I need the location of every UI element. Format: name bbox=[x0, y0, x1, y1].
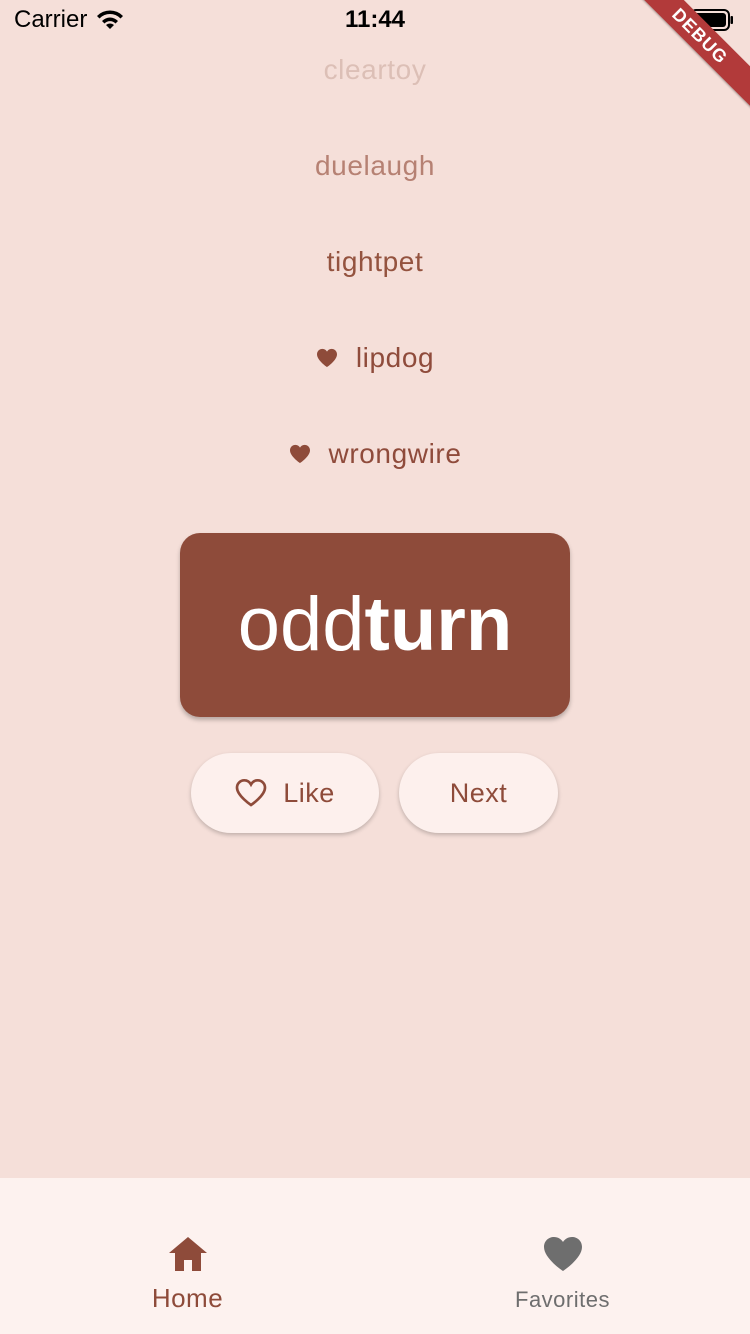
history-word: duelaugh bbox=[314, 150, 436, 181]
heart-outline-icon bbox=[235, 778, 267, 807]
heart-icon bbox=[543, 1237, 582, 1271]
history-item[interactable]: cleartoy bbox=[0, 54, 750, 86]
word-pair-card: odd turn bbox=[180, 533, 570, 717]
like-button[interactable]: Like bbox=[191, 753, 379, 833]
history-item[interactable]: lipdog bbox=[0, 342, 750, 374]
like-label: Like bbox=[283, 777, 335, 808]
nav-label-home: Home bbox=[151, 1283, 224, 1313]
history-item[interactable]: duelaugh bbox=[0, 150, 750, 182]
heart-icon bbox=[316, 348, 337, 368]
heart-icon bbox=[289, 444, 310, 464]
nav-label-favorites: Favorites bbox=[515, 1287, 610, 1312]
history-word: cleartoy bbox=[323, 54, 427, 85]
nav-item-favorites[interactable]: Favorites bbox=[375, 1178, 750, 1334]
next-button[interactable]: Next bbox=[399, 753, 558, 833]
nav-item-home[interactable]: Home bbox=[0, 1178, 375, 1334]
history-word: wrongwire bbox=[328, 438, 462, 469]
history-item[interactable]: wrongwire bbox=[0, 438, 750, 470]
history-word: lipdog bbox=[355, 342, 435, 373]
next-label: Next bbox=[449, 777, 508, 808]
word-pair-second: turn bbox=[364, 582, 513, 667]
history-word: tightpet bbox=[326, 246, 424, 277]
word-pair-first: odd bbox=[237, 582, 365, 667]
status-bar: Carrier 11:44 bbox=[0, 0, 750, 40]
home-icon bbox=[168, 1237, 207, 1271]
status-time: 11:44 bbox=[344, 6, 406, 33]
history-item[interactable]: tightpet bbox=[0, 246, 750, 278]
bottom-navigation: Home Favorites bbox=[0, 1178, 750, 1334]
